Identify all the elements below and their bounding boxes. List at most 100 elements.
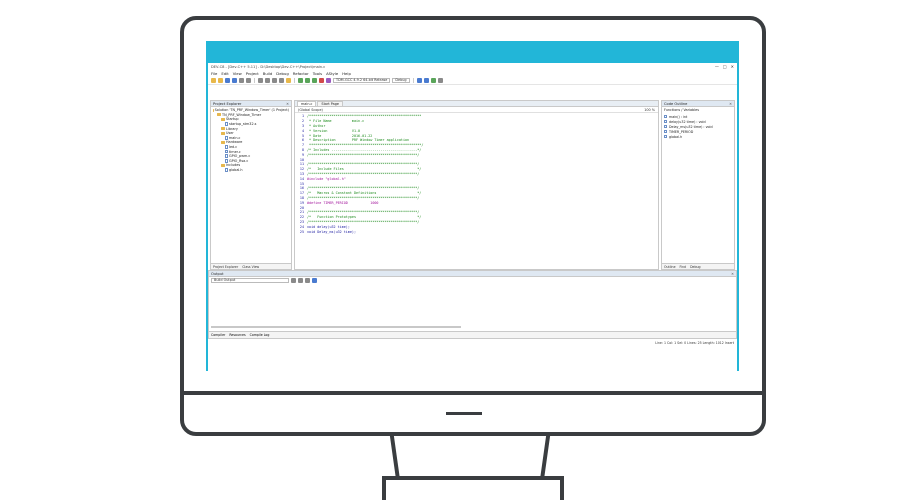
compiler-select[interactable]: TDM-GCC 4.9.2 64-bit Release xyxy=(333,78,391,83)
stop-icon[interactable] xyxy=(319,78,324,83)
line-number: 2 xyxy=(301,119,304,124)
code-text: #define TIMER_PERIOD 1000 xyxy=(307,200,379,205)
tab-debug[interactable]: Debug xyxy=(690,265,700,269)
tree-item-label: TN_PRF_Window_Timer xyxy=(222,112,262,117)
close-icon[interactable]: ✕ xyxy=(729,102,732,106)
line-number: 8 xyxy=(301,147,304,152)
tab-class-view[interactable]: Class View xyxy=(242,265,259,269)
workspace: Project Explorer ✕ Solution 'TN_PRF_Wind… xyxy=(208,100,737,270)
toolbar-separator xyxy=(412,78,414,83)
menu-file[interactable]: File xyxy=(211,71,217,76)
code-line[interactable]: 25 void Delay_ms(u32 time); xyxy=(295,229,658,234)
stand-base-left xyxy=(382,476,386,500)
line-number: 11 xyxy=(299,162,304,167)
menu-help[interactable]: Help xyxy=(342,71,351,76)
undo-icon[interactable] xyxy=(258,78,263,83)
tree-item-label: Includes xyxy=(226,163,241,168)
menu-tools[interactable]: Tools xyxy=(313,71,322,76)
toolbar-separator xyxy=(294,78,295,83)
outline-item[interactable]: global.h xyxy=(664,134,732,139)
tab-find[interactable]: Find xyxy=(680,265,687,269)
menu-view[interactable]: View xyxy=(233,71,242,76)
code-text: void Delay_ms(u32 time); xyxy=(307,229,356,234)
unindent-icon[interactable] xyxy=(423,78,429,83)
code-text: /***************************************… xyxy=(307,210,420,215)
folder-icon xyxy=(221,131,225,135)
close-button[interactable]: ✕ xyxy=(731,64,734,69)
tab-start-page[interactable]: Start Page xyxy=(317,101,343,106)
project-explorer-panel: Project Explorer ✕ Solution 'TN_PRF_Wind… xyxy=(210,100,292,270)
compile-run-icon[interactable] xyxy=(312,78,317,83)
tree-item-label: Solution 'TN_PRF_Window_Timer' (1 Projec… xyxy=(214,108,289,113)
line-number: 15 xyxy=(299,181,304,186)
folder-icon xyxy=(221,117,225,121)
outline-item-label: Delay_ms(u32 time) : void xyxy=(669,124,713,129)
menu-project[interactable]: Project xyxy=(246,71,259,76)
code-text: * Author xyxy=(307,123,326,128)
tab-main-c[interactable]: main.c xyxy=(297,101,317,106)
close-file-icon[interactable] xyxy=(239,78,244,83)
code-text: * Date 2016-01-22 xyxy=(307,133,373,138)
output-source-select[interactable]: Build Output xyxy=(211,278,289,283)
line-number: 6 xyxy=(301,138,304,143)
stand-neck-left xyxy=(389,436,401,480)
copy-icon[interactable] xyxy=(298,278,303,283)
code-text: ****************************************… xyxy=(307,143,424,148)
folder-icon xyxy=(217,113,221,117)
menu-build[interactable]: Build xyxy=(263,71,273,76)
save-log-icon[interactable] xyxy=(312,278,317,283)
tab-project-explorer[interactable]: Project Explorer xyxy=(213,265,238,269)
close-icon[interactable]: ✕ xyxy=(286,102,289,106)
monitor-logo xyxy=(446,412,482,415)
code-area[interactable]: 1/**************************************… xyxy=(295,113,658,235)
scope-select[interactable]: (Global Scope) xyxy=(298,108,323,112)
indent-icon[interactable] xyxy=(416,78,422,83)
outline-filter-label: Functions / Variables xyxy=(664,108,699,112)
close-icon[interactable]: ✕ xyxy=(731,272,734,276)
ide-window: DEV-C8 - [Dev-C++ 5.11] - D:\Desktop\Dev… xyxy=(208,63,737,390)
redo-icon[interactable] xyxy=(265,78,270,83)
tree-item[interactable]: Solution 'TN_PRF_Window_Timer' (1 Projec… xyxy=(213,108,289,113)
open-folder-icon[interactable] xyxy=(218,78,223,83)
tab-outline[interactable]: Outline xyxy=(664,265,676,269)
stand-base-right xyxy=(560,476,564,500)
status-bar: Line: 1 Col: 1 Sel: 0 Lines: 25 Length: … xyxy=(208,340,737,346)
compile-icon[interactable] xyxy=(298,78,303,83)
clear-icon[interactable] xyxy=(291,278,296,283)
bookmark-icon[interactable] xyxy=(286,78,291,83)
save-icon[interactable] xyxy=(225,78,230,83)
find-icon[interactable] xyxy=(272,78,277,83)
code-text: /***************************************… xyxy=(307,114,422,119)
code-text: * File Name main.c xyxy=(307,119,365,124)
line-number: 13 xyxy=(299,171,304,176)
menu-refactor[interactable]: Refactor xyxy=(293,71,309,76)
output-scrollbar[interactable] xyxy=(211,326,461,328)
toggle-comment-icon[interactable] xyxy=(430,78,436,83)
project-panel-tabs: Project Explorer Class View xyxy=(211,263,291,269)
maximize-button[interactable]: □ xyxy=(723,64,727,69)
replace-icon[interactable] xyxy=(279,78,284,83)
tab-resources[interactable]: Resources xyxy=(229,333,245,337)
debug-icon[interactable] xyxy=(326,78,331,83)
tree-item-label: GPIO_pwm.c xyxy=(229,154,251,159)
tab-compile-log[interactable]: Compile Log xyxy=(250,333,270,337)
menu-edit[interactable]: Edit xyxy=(221,71,228,76)
line-number: 9 xyxy=(301,152,304,157)
symbol-icon xyxy=(664,134,667,139)
wrap-icon[interactable] xyxy=(305,278,310,283)
print-icon[interactable] xyxy=(246,78,251,83)
menu-debug[interactable]: Debug xyxy=(276,71,289,76)
menu-astyle[interactable]: AStyle xyxy=(326,71,338,76)
format-icon[interactable] xyxy=(437,78,443,83)
build-config-select[interactable]: Debug xyxy=(392,78,410,83)
outline-panel: Code Outline ✕ Functions / Variables mai… xyxy=(661,100,735,270)
folder-icon xyxy=(221,140,225,144)
new-file-icon[interactable] xyxy=(211,78,216,83)
minimize-button[interactable]: — xyxy=(715,64,719,69)
save-all-icon[interactable] xyxy=(232,78,237,83)
run-icon[interactable] xyxy=(305,78,310,83)
zoom-select[interactable]: 100 % xyxy=(644,108,655,112)
tab-compiler[interactable]: Compiler xyxy=(211,333,225,337)
tree-item[interactable]: global.h xyxy=(213,168,289,173)
code-text: /* Includes ----------------------------… xyxy=(307,147,422,152)
